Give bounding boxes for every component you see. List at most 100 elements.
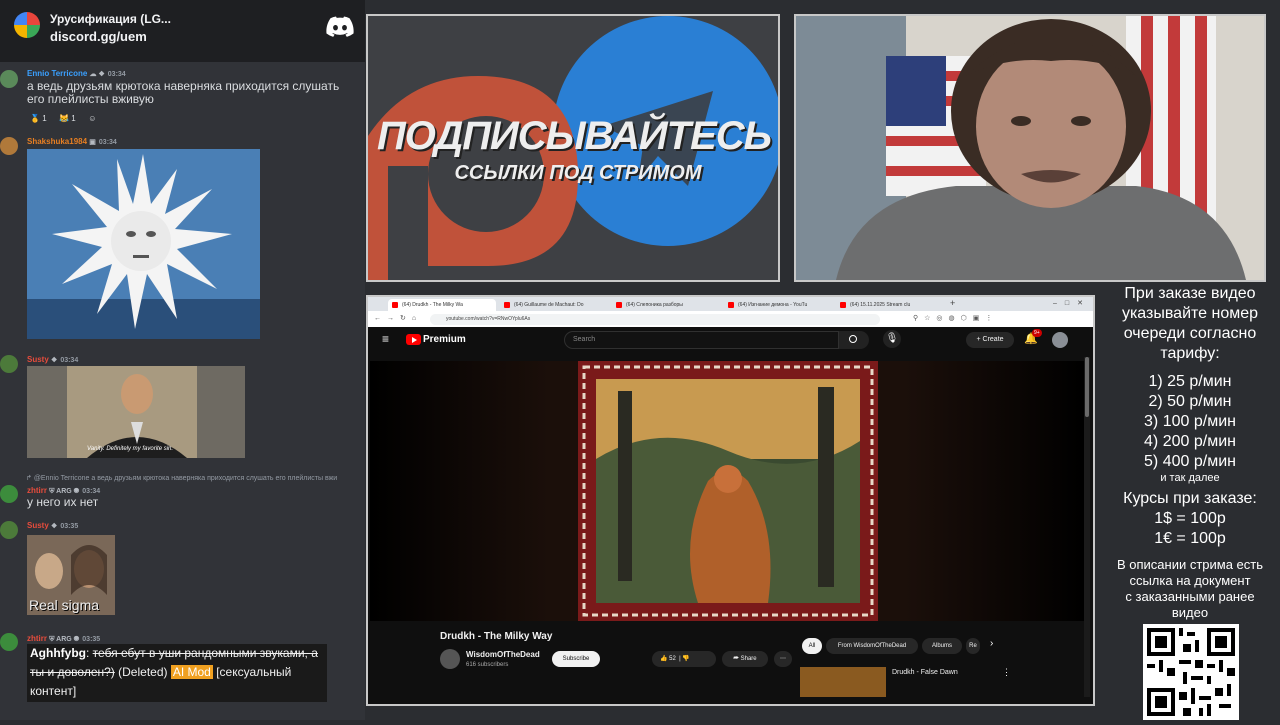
search-input[interactable]: Search — [564, 331, 839, 349]
thumbs-up-icon[interactable]: 👍 — [660, 656, 667, 662]
reaction[interactable]: 😹 1 — [59, 114, 76, 123]
extension-icons[interactable]: ⚲☆◎◍⬡▣⋮ — [913, 314, 998, 322]
order-text-line: очереди согласно — [1123, 325, 1257, 342]
message-author: Susty — [27, 355, 49, 364]
image-attachment[interactable] — [27, 149, 260, 339]
chip-albums[interactable]: Albums — [922, 638, 962, 654]
like-dislike-group[interactable]: 👍 52 | 👎 — [652, 651, 716, 667]
tariff-item: 4) 200 р/мин — [1144, 433, 1236, 450]
youtube-header: ≡ Premium Search 🎙 + Create 🔔 9+ — [368, 327, 1093, 353]
next-video-title[interactable]: Drudkh - False Dawn — [892, 669, 958, 676]
webcam-image — [796, 16, 1264, 280]
create-button[interactable]: + Create — [966, 332, 1014, 348]
subscribe-button[interactable]: Subscribe — [552, 651, 600, 667]
promo-banner: ПОДПИСЫВАЙТЕСЬ ССЫЛКИ ПОД СТРИМОМ — [366, 14, 780, 282]
tariff-item: 1) 25 р/мин — [1148, 373, 1232, 390]
badge-icons: ☁ ❖ — [89, 71, 105, 78]
server-header[interactable]: Урусификация (LG... discord.gg/uem — [0, 0, 365, 62]
youtube-favicon-icon — [616, 302, 622, 308]
youtube-favicon-icon — [504, 302, 510, 308]
man-smiling-image — [27, 366, 245, 458]
account-avatar[interactable] — [1052, 332, 1068, 348]
order-text-line: При заказе видео — [1124, 285, 1256, 302]
server-invite[interactable]: discord.gg/uem — [50, 29, 147, 44]
page-scrollbar[interactable] — [1084, 357, 1090, 697]
message-author: Ennio Terricone — [27, 69, 88, 78]
reactions[interactable]: 🥇 1 😹 1 ☺ — [30, 108, 104, 126]
tariff-item: 3) 100 р/мин — [1144, 413, 1236, 430]
next-video-thumbnail[interactable] — [800, 667, 886, 697]
channel-name[interactable]: WisdomOfTheDead — [466, 650, 540, 659]
server-icon — [14, 12, 40, 38]
rates-title: Курсы при заказе: — [1123, 490, 1257, 507]
window-controls[interactable]: –□✕ — [1053, 299, 1091, 307]
browser-tab[interactable]: (64) Guillaume de Machaut: Do — [500, 299, 608, 311]
chevron-right-icon[interactable]: › — [990, 638, 993, 649]
url-field[interactable]: youtube.com/watch?v=RNwOYplu6As — [430, 314, 880, 325]
more-actions-icon[interactable]: ⋯ — [774, 651, 792, 667]
thumbs-down-icon[interactable]: 👎 — [682, 656, 689, 662]
chat-message[interactable]: ↱ @Ennio Terricone а ведь друзьям крюток… — [0, 472, 365, 512]
browser-tab[interactable]: (64) 15.11.2025 Stream clu — [836, 299, 944, 311]
message-author: Susty — [27, 521, 49, 530]
tab-bar: (64) Drudkh - The Milky Wa (64) Guillaum… — [368, 297, 1093, 311]
chip-all[interactable]: All — [802, 638, 822, 654]
server-name: Урусификация (LG... — [50, 12, 171, 26]
message-text: у него их нет — [27, 495, 99, 509]
message-author: Shakshuka1984 — [27, 137, 88, 146]
chat-message[interactable]: Susty ❖ 03:35 Real sigma — [0, 519, 365, 619]
avatar — [0, 633, 18, 651]
discord-chat-panel: Урусификация (LG... discord.gg/uem Ennio… — [0, 0, 365, 720]
description-line: видео — [1171, 605, 1209, 620]
gif-attachment[interactable]: Vanity. Definitely my favorite sin. — [27, 366, 245, 458]
add-reaction-icon[interactable]: ☺ — [88, 114, 96, 123]
avatar — [0, 485, 18, 503]
youtube-favicon-icon — [840, 302, 846, 308]
video-player[interactable] — [370, 361, 1084, 621]
order-text-line: тарифу: — [1160, 345, 1220, 362]
qr-code-image — [1143, 624, 1239, 720]
chat-message[interactable]: Shakshuka1984 ▣ 03:34 — [0, 135, 365, 345]
search-button[interactable] — [839, 331, 869, 349]
discord-logo-icon — [326, 16, 354, 37]
chat-message[interactable]: Susty ❖ 03:34 Vanity. Definitely my favor… — [0, 353, 365, 463]
channel-avatar[interactable] — [440, 649, 460, 669]
next-video-menu-icon[interactable]: ⋮ — [1002, 667, 1011, 678]
share-button[interactable]: ⮫ Share — [722, 651, 768, 667]
message-author: zhtirr — [27, 486, 47, 495]
promo-subtitle: ССЫЛКИ ПОД СТРИМОМ — [454, 162, 702, 184]
subscriber-count: 616 subscribers — [466, 662, 509, 668]
chip-from-channel[interactable]: From WisdomOfTheDead — [826, 638, 918, 654]
browser-tab[interactable]: (64) Слепоника разборы — [612, 299, 720, 311]
nav-buttons[interactable]: ←→↻⌂ — [374, 314, 422, 322]
youtube-brand[interactable]: Premium — [423, 334, 466, 345]
reply-preview[interactable]: ↱ @Ennio Terricone а ведь друзьям крюток… — [26, 474, 337, 482]
youtube-logo-icon[interactable] — [406, 334, 421, 345]
youtube-favicon-icon — [392, 302, 398, 308]
message-text: а ведь друзьям крютока наверняка приходи… — [27, 79, 340, 106]
album-cover-image — [578, 361, 878, 621]
chip-more[interactable]: Re — [966, 638, 980, 654]
order-text-line: указывайте номер — [1121, 305, 1259, 322]
browser-tab-active[interactable]: (64) Drudkh - The Milky Wa — [388, 299, 496, 311]
description-line: ссылка на документ — [1129, 573, 1251, 588]
deleted-label: (Deleted) — [118, 665, 168, 679]
avatar — [0, 137, 18, 155]
reaction[interactable]: 🥇 1 — [30, 114, 47, 123]
menu-icon[interactable]: ≡ — [382, 332, 389, 346]
ai-mod-badge: AI Mod — [170, 665, 213, 679]
chat-message[interactable]: Ennio Terricone ☁ ❖ 03:34 а ведь друзьям … — [0, 68, 365, 124]
gif-caption: Vanity. Definitely my favorite sin. — [87, 446, 174, 452]
new-tab-button[interactable]: + — [950, 298, 955, 308]
overlay-author: Aghhfybg — [30, 646, 86, 660]
image-attachment[interactable]: Real sigma — [27, 535, 115, 615]
browser-window: (64) Drudkh - The Milky Wa (64) Guillaum… — [366, 295, 1095, 706]
tariff-item: 5) 400 р/мин — [1144, 453, 1236, 470]
microphone-icon[interactable]: 🎙 — [883, 330, 901, 348]
description-line: с заказанными ранее — [1125, 589, 1255, 604]
tariff-item: 2) 50 р/мин — [1148, 393, 1232, 410]
avatar — [0, 355, 18, 373]
rate-item: 1€ = 100р — [1154, 530, 1226, 547]
moderated-message: Aghhfybg: тебя ебут в уши рандомными зву… — [27, 644, 327, 702]
browser-tab[interactable]: (64) Изгнание демона - YouTu — [724, 299, 832, 311]
